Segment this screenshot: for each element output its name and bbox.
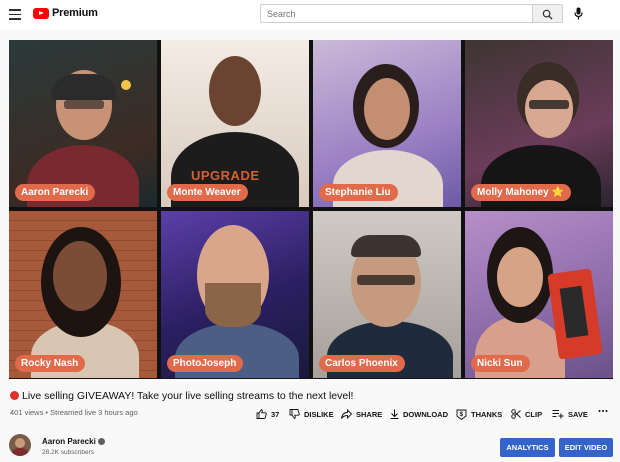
- download-button[interactable]: DOWNLOAD: [390, 409, 448, 419]
- channel-avatar[interactable]: [9, 434, 31, 456]
- video-title-text: Live selling GIVEAWAY! Take your live se…: [22, 390, 354, 402]
- save-button[interactable]: SAVE: [552, 409, 588, 419]
- share-label: SHARE: [356, 409, 383, 419]
- participant-name: Monte Weaver: [167, 184, 248, 201]
- action-bar: 37 DISLIKE SHARE DOWNLOAD $ THANKS CLIP …: [256, 409, 614, 421]
- participant-tile: Carlos Phoenix: [313, 211, 461, 378]
- save-playlist-icon: [552, 410, 564, 419]
- subscriber-count: 28.2K subscribers: [42, 449, 95, 456]
- dislike-label: DISLIKE: [304, 409, 334, 419]
- channel-name[interactable]: Aaron Parecki: [42, 437, 105, 446]
- svg-text:$: $: [460, 412, 464, 418]
- thanks-button[interactable]: $ THANKS: [456, 409, 502, 420]
- search-button[interactable]: [533, 4, 563, 23]
- participant-tile: Molly Mahoney ⭐: [465, 40, 613, 207]
- shirt-text: UPGRADE: [191, 168, 260, 183]
- participant-tile: Nicki Sun: [465, 211, 613, 378]
- video-meta: 401 views • Streamed live 3 hours ago: [10, 408, 138, 417]
- participant-tile: PhotoJoseph: [161, 211, 309, 378]
- scissors-icon: [511, 409, 521, 419]
- search-icon: [542, 9, 553, 20]
- participant-name: Rocky Nash: [15, 355, 86, 372]
- video-player[interactable]: Aaron Parecki UPGRADE Monte Weaver Steph…: [9, 40, 613, 379]
- share-button[interactable]: SHARE: [341, 409, 382, 419]
- clip-button[interactable]: CLIP: [511, 409, 542, 419]
- save-label: SAVE: [568, 409, 588, 419]
- download-icon: [390, 409, 399, 419]
- more-horiz-icon: [598, 410, 608, 412]
- menu-icon[interactable]: [9, 9, 21, 20]
- edit-video-button[interactable]: EDIT VIDEO: [559, 438, 613, 457]
- dislike-button[interactable]: DISLIKE: [289, 409, 334, 419]
- thumbs-down-icon: [289, 409, 300, 419]
- logo-text: Premium: [52, 7, 98, 19]
- participant-name: Molly Mahoney ⭐: [471, 184, 571, 201]
- thumbs-up-icon: [256, 409, 267, 419]
- participant-name: Aaron Parecki: [15, 184, 96, 201]
- youtube-logo[interactable]: Premium: [33, 7, 98, 19]
- analytics-button[interactable]: ANALYTICS: [500, 438, 555, 457]
- thanks-icon: $: [456, 409, 467, 420]
- like-button[interactable]: 37: [256, 409, 279, 419]
- live-dot-icon: [10, 391, 19, 400]
- participant-tile: Aaron Parecki: [9, 40, 157, 207]
- microphone-icon[interactable]: [574, 7, 583, 20]
- share-icon: [341, 409, 352, 419]
- participant-name: PhotoJoseph: [167, 355, 244, 372]
- channel-name-text: Aaron Parecki: [42, 437, 96, 446]
- verified-check-icon: [97, 438, 105, 445]
- thanks-label: THANKS: [471, 410, 503, 419]
- search-input[interactable]: [260, 4, 533, 23]
- participant-tile: Stephanie Liu: [313, 40, 461, 207]
- participant-tile: Rocky Nash: [9, 211, 157, 378]
- participant-tile: UPGRADE Monte Weaver: [161, 40, 309, 207]
- participant-name: Nicki Sun: [471, 355, 530, 372]
- top-bar: Premium: [0, 0, 620, 30]
- participant-name: Carlos Phoenix: [319, 355, 405, 372]
- youtube-play-icon: [33, 7, 49, 19]
- like-count: 37: [271, 409, 280, 419]
- download-label: DOWNLOAD: [403, 409, 448, 419]
- video-title: Live selling GIVEAWAY! Take your live se…: [10, 390, 353, 402]
- more-actions-button[interactable]: [598, 409, 612, 413]
- clip-label: CLIP: [525, 409, 543, 419]
- participant-name: Stephanie Liu: [319, 184, 398, 201]
